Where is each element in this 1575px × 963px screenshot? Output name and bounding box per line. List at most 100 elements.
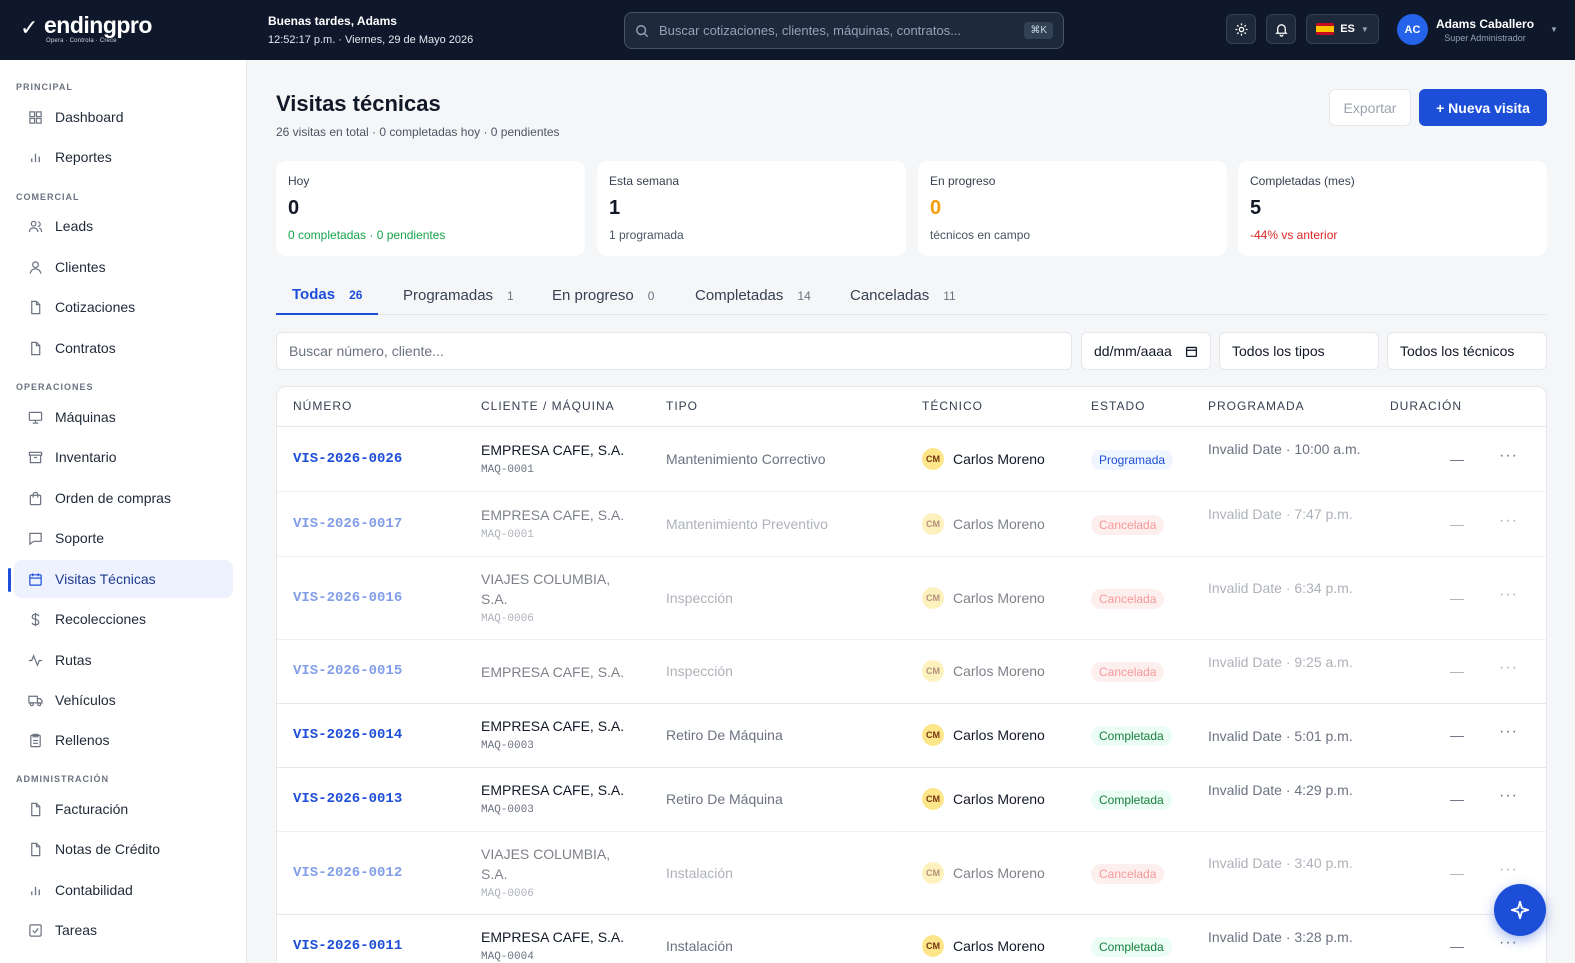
client-cell: EMPRESA CAFE, S.A. MAQ-0003 bbox=[481, 716, 641, 754]
notifications-button[interactable] bbox=[1266, 14, 1296, 44]
duration-value: — bbox=[1450, 451, 1464, 467]
technician-select[interactable]: Todos los técnicos bbox=[1387, 332, 1547, 370]
brand-tagline: Opera · Controla · Crece bbox=[46, 38, 117, 44]
visit-number-link[interactable]: VIS-2026-0011 bbox=[293, 938, 402, 954]
bar-chart-icon bbox=[31, 153, 40, 162]
sidebar-item-label: Dashboard bbox=[55, 109, 124, 125]
sidebar-item-vehiculos[interactable]: Vehículos bbox=[14, 681, 233, 719]
tab-count: 0 bbox=[647, 288, 655, 303]
row-actions-icon[interactable]: ··· bbox=[1499, 934, 1518, 952]
table-row[interactable]: VIS-2026-0026 EMPRESA CAFE, S.A. MAQ-0001… bbox=[277, 426, 1546, 491]
table-row[interactable]: VIS-2026-0012 VIAJES COLUMBIA, S.A. MAQ-0… bbox=[277, 831, 1546, 914]
language-selector[interactable]: ES ▼ bbox=[1306, 14, 1379, 44]
chat-icon bbox=[29, 532, 42, 545]
check-square-icon bbox=[29, 923, 42, 937]
sidebar-item-inventario[interactable]: Inventario bbox=[14, 438, 233, 476]
sidebar-item-orden-compras[interactable]: Orden de compras bbox=[14, 479, 233, 517]
language-code: ES bbox=[1340, 23, 1355, 35]
sidebar-item-contratos[interactable]: Contratos bbox=[14, 329, 233, 367]
visit-type: Retiro De Máquina bbox=[666, 791, 783, 807]
client-cell: EMPRESA CAFE, S.A. MAQ-0004 bbox=[481, 927, 641, 963]
row-actions-icon[interactable]: ··· bbox=[1499, 447, 1518, 465]
column-header: PROGRAMADA bbox=[1208, 399, 1305, 413]
type-select[interactable]: Todos los tipos bbox=[1219, 332, 1379, 370]
brand-logo[interactable]: ✓ endingpro Opera · Controla · Crece bbox=[20, 12, 160, 46]
table-row[interactable]: VIS-2026-0015 EMPRESA CAFE, S.A. Inspecc… bbox=[277, 639, 1546, 703]
sidebar-item-rellenos[interactable]: Rellenos bbox=[14, 721, 233, 759]
sidebar-item-tareas[interactable]: Tareas bbox=[14, 911, 233, 949]
technician-avatar: CM bbox=[922, 660, 944, 682]
assistant-fab-button[interactable] bbox=[1494, 884, 1546, 936]
sidebar-item-recolecciones[interactable]: Recolecciones bbox=[14, 600, 233, 638]
sidebar-item-dashboard[interactable]: Dashboard bbox=[14, 98, 233, 136]
visit-type: Inspección bbox=[666, 590, 733, 606]
global-search[interactable]: ⌘K bbox=[624, 12, 1064, 49]
table-row[interactable]: VIS-2026-0016 VIAJES COLUMBIA, S.A. MAQ-0… bbox=[277, 556, 1546, 639]
tab-completadas[interactable]: Completadas 14 bbox=[679, 276, 827, 315]
sidebar-item-label: Recolecciones bbox=[55, 611, 147, 627]
sidebar-item-maquinas[interactable]: Máquinas bbox=[14, 398, 233, 436]
tab-canceladas[interactable]: Canceladas 11 bbox=[834, 276, 972, 315]
table-row[interactable]: VIS-2026-0013 EMPRESA CAFE, S.A. MAQ-0003… bbox=[277, 767, 1546, 831]
users-icon bbox=[28, 220, 43, 232]
sidebar-item-visitas-tecnicas[interactable]: Visitas Técnicas bbox=[14, 560, 233, 598]
global-search-input[interactable] bbox=[659, 23, 1025, 38]
visit-number-link[interactable]: VIS-2026-0015 bbox=[293, 663, 402, 679]
settings-button[interactable] bbox=[1226, 14, 1256, 44]
sidebar-item-leads[interactable]: Leads bbox=[14, 207, 233, 245]
table-row[interactable]: VIS-2026-0014 EMPRESA CAFE, S.A. MAQ-0003… bbox=[277, 703, 1546, 767]
tab-todas[interactable]: Todas 26 bbox=[276, 276, 379, 315]
sidebar-item-reportes[interactable]: Reportes bbox=[14, 138, 233, 176]
machine-code: MAQ-0006 bbox=[481, 888, 534, 900]
tab-label: En progreso bbox=[552, 287, 634, 304]
visit-number-link[interactable]: VIS-2026-0013 bbox=[293, 791, 402, 807]
sidebar-item-rutas[interactable]: Rutas bbox=[14, 641, 233, 679]
sidebar-item-clientes[interactable]: Clientes bbox=[14, 248, 233, 286]
row-actions-icon[interactable]: ··· bbox=[1499, 723, 1518, 741]
sidebar-item-label: Rutas bbox=[55, 652, 92, 668]
table-row[interactable]: VIS-2026-0017 EMPRESA CAFE, S.A. MAQ-0001… bbox=[277, 491, 1546, 556]
row-actions-icon[interactable]: ··· bbox=[1499, 512, 1518, 530]
sidebar-item-contabilidad[interactable]: Contabilidad bbox=[14, 871, 233, 909]
search-number-client-input[interactable]: Buscar número, cliente... bbox=[276, 332, 1072, 370]
client-cell: EMPRESA CAFE, S.A. MAQ-0003 bbox=[481, 780, 641, 818]
sidebar-item-cotizaciones[interactable]: Cotizaciones bbox=[14, 288, 233, 326]
sidebar-item-label: Tareas bbox=[55, 922, 98, 938]
visit-number-link[interactable]: VIS-2026-0014 bbox=[293, 727, 402, 743]
page-subtitle: 26 visitas en total · 0 completadas hoy … bbox=[276, 125, 560, 139]
new-visit-button[interactable]: + Nueva visita bbox=[1419, 89, 1547, 126]
technician-name: Carlos Moreno bbox=[953, 727, 1045, 743]
client-cell: VIAJES COLUMBIA, S.A. MAQ-0006 bbox=[481, 844, 631, 902]
visit-number-link[interactable]: VIS-2026-0012 bbox=[293, 865, 402, 881]
sidebar-item-notas-credito[interactable]: Notas de Crédito bbox=[14, 830, 233, 868]
sidebar-item-label: Clientes bbox=[55, 259, 106, 275]
tab-programadas[interactable]: Programadas 1 bbox=[387, 276, 530, 315]
export-button[interactable]: Exportar bbox=[1329, 89, 1411, 126]
visit-number-link[interactable]: VIS-2026-0026 bbox=[293, 451, 402, 467]
date-filter[interactable]: dd/mm/aaaa bbox=[1081, 332, 1211, 370]
client-name: VIAJES COLUMBIA, S.A. bbox=[481, 571, 611, 607]
tab-en-progreso[interactable]: En progreso 0 bbox=[536, 276, 670, 315]
sidebar-item-soporte[interactable]: Soporte bbox=[14, 519, 233, 557]
stat-note: técnicos en campo bbox=[930, 228, 1031, 242]
sidebar-item-label: Leads bbox=[55, 218, 94, 234]
row-actions-icon[interactable]: ··· bbox=[1499, 861, 1518, 879]
sidebar-item-label: Orden de compras bbox=[55, 490, 171, 506]
machine-code: MAQ-0004 bbox=[481, 951, 534, 963]
sidebar-item-label: Inventario bbox=[55, 449, 117, 465]
row-actions-icon[interactable]: ··· bbox=[1499, 586, 1518, 604]
tab-label: Todas bbox=[292, 286, 336, 303]
visit-number-link[interactable]: VIS-2026-0017 bbox=[293, 516, 402, 532]
stat-value: 1 bbox=[609, 197, 621, 219]
table-row[interactable]: VIS-2026-0011 EMPRESA CAFE, S.A. MAQ-0004… bbox=[277, 914, 1546, 963]
spain-flag-icon bbox=[1316, 23, 1335, 35]
monitor-icon bbox=[28, 411, 43, 424]
row-actions-icon[interactable]: ··· bbox=[1499, 659, 1518, 677]
file-icon bbox=[31, 300, 41, 314]
sidebar-item-facturacion[interactable]: Facturación bbox=[14, 790, 233, 828]
stat-note: -44% vs anterior bbox=[1250, 228, 1338, 242]
visit-number-link[interactable]: VIS-2026-0016 bbox=[293, 590, 402, 606]
stat-label: Esta semana bbox=[609, 174, 680, 188]
user-menu[interactable]: AC Adams Caballero Super Administrador ▼ bbox=[1397, 14, 1558, 45]
row-actions-icon[interactable]: ··· bbox=[1499, 787, 1518, 805]
